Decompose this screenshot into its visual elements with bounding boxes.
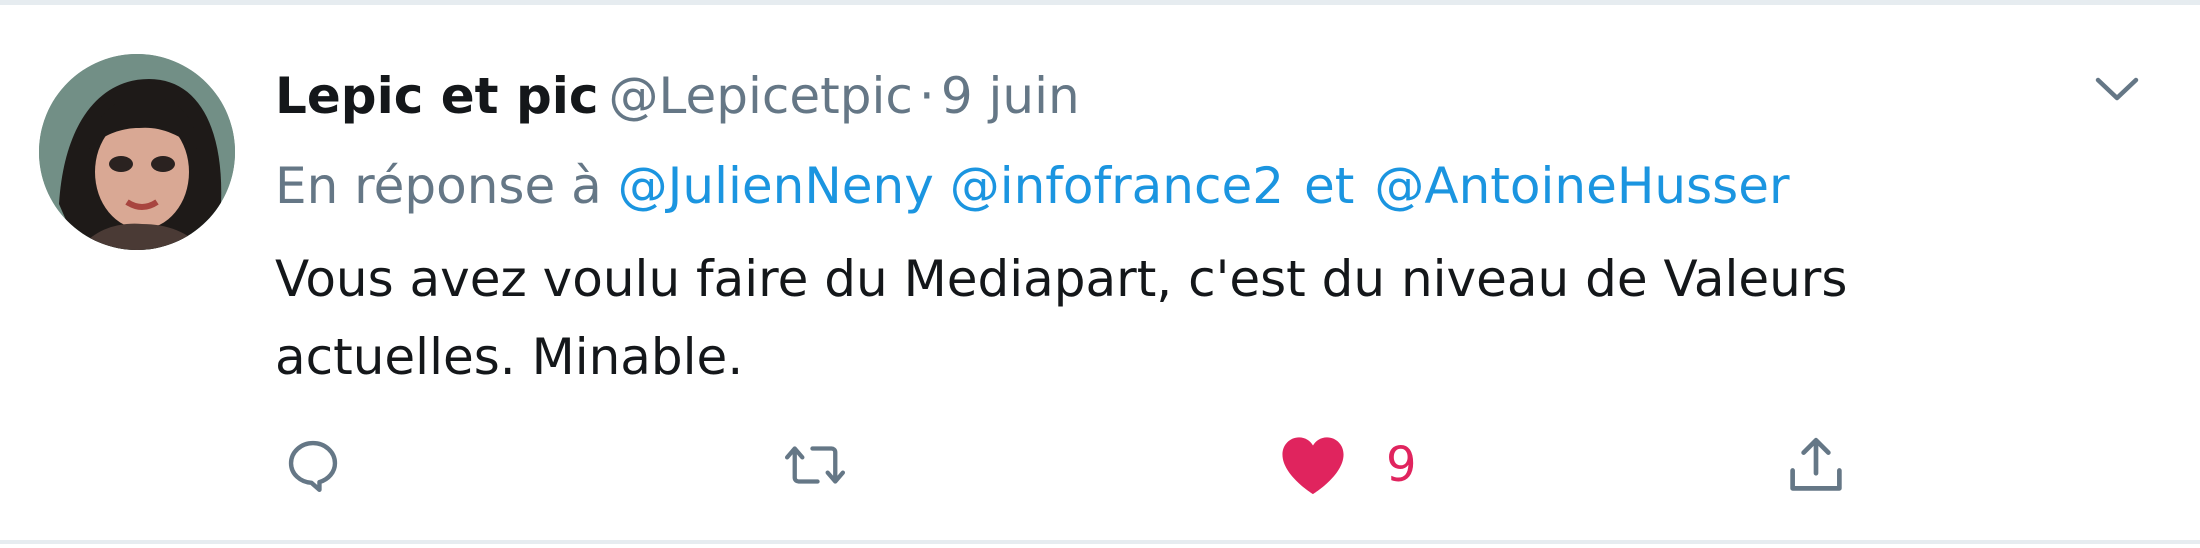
- chevron-down-icon[interactable]: [2094, 74, 2140, 104]
- mention-conjunction: et: [1304, 157, 1355, 215]
- tweet-header: Lepic et pic @Lepicetpic · 9 juin: [275, 60, 1080, 132]
- tweet-text: Vous avez voulu faire du Mediapart, c'es…: [275, 240, 2025, 396]
- retweet-icon: [784, 446, 846, 484]
- avatar-image: [39, 54, 235, 250]
- reply-prefix: En réponse à: [275, 157, 602, 215]
- mention-link[interactable]: @JulienNeny: [618, 157, 934, 215]
- separator: ·: [918, 67, 935, 125]
- mention-link[interactable]: @infofrance2: [950, 157, 1284, 215]
- heart-icon: [1282, 437, 1344, 495]
- share-button[interactable]: [1782, 430, 1850, 500]
- like-count: 9: [1386, 437, 1417, 493]
- tweet-text-line: actuelles. Minable.: [275, 328, 744, 386]
- tweet-time[interactable]: 9 juin: [941, 67, 1080, 125]
- share-icon: [1790, 437, 1842, 491]
- author-name[interactable]: Lepic et pic: [275, 67, 599, 125]
- retweet-button[interactable]: [777, 430, 853, 500]
- author-handle[interactable]: @Lepicetpic: [609, 67, 913, 125]
- reply-context: En réponse à @JulienNeny @infofrance2 et @…: [275, 150, 1790, 222]
- tweet[interactable]: Lepic et pic @Lepicetpic · 9 juin En répons…: [0, 5, 2200, 540]
- reply-icon: [288, 440, 338, 492]
- reply-button[interactable]: [282, 430, 344, 500]
- mention-link[interactable]: @AntoineHusser: [1374, 157, 1789, 215]
- bottom-divider: [0, 540, 2200, 544]
- avatar[interactable]: [39, 54, 235, 250]
- like-button[interactable]: 9: [1278, 430, 1417, 500]
- tweet-text-line: Vous avez voulu faire du Mediapart, c'es…: [275, 250, 1848, 308]
